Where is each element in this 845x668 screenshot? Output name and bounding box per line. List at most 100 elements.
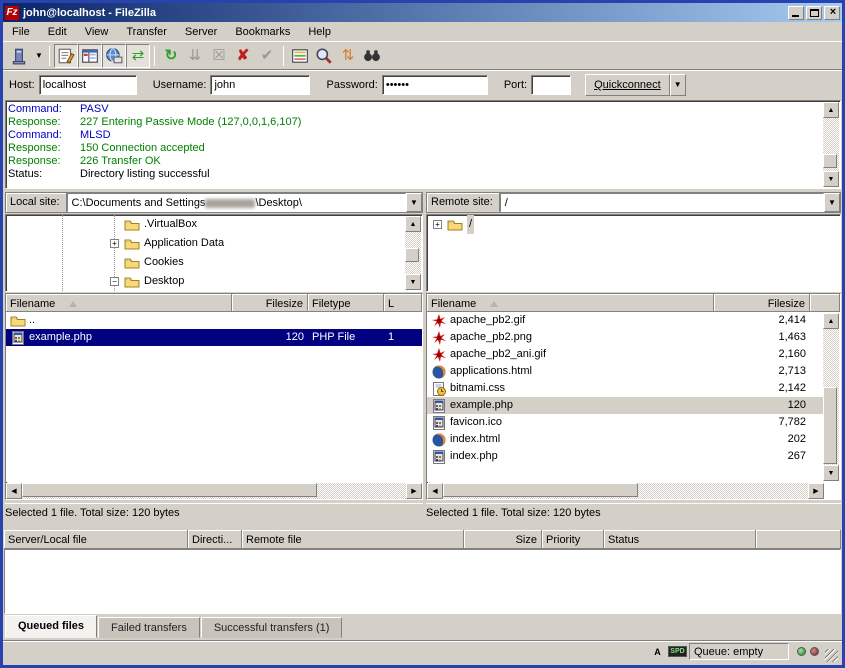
toggle-message-log-button[interactable] (54, 44, 78, 68)
menu-server[interactable]: Server (176, 24, 226, 40)
port-input[interactable] (531, 75, 571, 95)
menu-file[interactable]: File (3, 24, 39, 40)
site-manager-dropdown[interactable]: ▼ (31, 44, 45, 68)
scrollbar-thumb[interactable] (823, 154, 837, 168)
scroll-right-button[interactable]: ▶ (406, 483, 422, 499)
icon-file-icon (431, 415, 447, 431)
file-row[interactable]: bitnami.css 2,142 (427, 380, 824, 397)
column-header-filesize[interactable]: Filesize (232, 294, 308, 312)
speed-limit-icon[interactable]: SPD (669, 644, 686, 660)
column-header-filename[interactable]: Filename (6, 294, 232, 312)
scroll-left-button[interactable]: ◀ (427, 483, 443, 499)
local-site-combo[interactable]: C:\Documents and Settings\Desktop\ (67, 193, 406, 212)
file-row-selected[interactable]: example.php 120 (427, 397, 824, 414)
file-row[interactable]: index.html 202 (427, 431, 824, 448)
html-file-icon (431, 364, 447, 380)
tab-queued-files[interactable]: Queued files (5, 615, 97, 638)
synchronized-browsing-button[interactable]: ⇅ (336, 44, 360, 68)
column-header-direction[interactable]: Directi... (188, 530, 242, 549)
tree-item-virtualbox[interactable]: .VirtualBox (6, 215, 422, 234)
expand-plus-icon[interactable]: + (110, 239, 119, 248)
scroll-right-button[interactable]: ▶ (808, 483, 824, 499)
column-header-status[interactable]: Status (604, 530, 756, 549)
close-button[interactable]: × (824, 6, 840, 20)
menu-help[interactable]: Help (299, 24, 340, 40)
filter-button[interactable] (360, 44, 384, 68)
tree-item-cookies[interactable]: Cookies (6, 253, 422, 272)
file-row[interactable]: applications.html 2,713 (427, 363, 824, 380)
file-row-parent-dir[interactable]: .. (6, 312, 422, 329)
remote-horizontal-scrollbar[interactable]: ◀ ▶ (427, 482, 824, 499)
local-horizontal-scrollbar[interactable]: ◀ ▶ (6, 482, 422, 499)
cancel-operation-button[interactable]: ☒ (207, 44, 231, 68)
username-input[interactable] (210, 75, 310, 95)
image-file-icon (431, 330, 447, 346)
find-files-button[interactable] (312, 44, 336, 68)
file-row[interactable]: favicon.ico 7,782 (427, 414, 824, 431)
file-row[interactable]: apache_pb2_ani.gif 2,160 (427, 346, 824, 363)
scrollbar-thumb[interactable] (823, 387, 837, 464)
tab-successful-transfers[interactable]: Successful transfers (1) (201, 617, 343, 638)
process-queue-button[interactable]: ⇊ (183, 44, 207, 68)
scroll-down-button[interactable]: ▼ (823, 465, 839, 481)
expand-plus-icon[interactable]: + (433, 220, 442, 229)
directory-comparison-button[interactable] (288, 44, 312, 68)
menu-transfer[interactable]: Transfer (117, 24, 176, 40)
remote-site-combo[interactable]: / (500, 193, 824, 212)
refresh-button[interactable]: ↻ (159, 44, 183, 68)
toggle-local-tree-button[interactable] (78, 44, 102, 68)
process-queue-icon: ⇊ (189, 48, 202, 63)
transfer-queue-list[interactable] (4, 549, 841, 614)
scrollbar-thumb[interactable] (405, 248, 419, 262)
column-header-filetype[interactable]: Filetype (308, 294, 384, 312)
column-header-filesize[interactable]: Filesize (714, 294, 810, 312)
remote-site-dropdown[interactable]: ▼ (824, 193, 840, 212)
column-header-priority[interactable]: Priority (542, 530, 604, 549)
resize-grip[interactable] (825, 649, 838, 662)
remote-directory-tree: + / (426, 214, 841, 292)
maximize-button[interactable] (806, 6, 822, 20)
quickconnect-dropdown[interactable]: ▼ (670, 74, 686, 96)
tab-failed-transfers[interactable]: Failed transfers (98, 617, 200, 638)
column-header-server-local-file[interactable]: Server/Local file (4, 530, 188, 549)
password-label: Password: (326, 79, 377, 91)
tree-item-desktop[interactable]: − Desktop (6, 272, 422, 291)
menu-bookmarks[interactable]: Bookmarks (226, 24, 299, 40)
scroll-up-button[interactable]: ▲ (405, 216, 421, 232)
file-row[interactable]: index.php 267 (427, 448, 824, 465)
column-header-last-modified[interactable]: L (384, 294, 422, 312)
file-row-example-php[interactable]: example.php 120 PHP File 1 (6, 329, 422, 346)
column-header-remote-file[interactable]: Remote file (242, 530, 464, 549)
host-input[interactable] (39, 75, 137, 95)
quickconnect-button[interactable]: Quickconnect (585, 74, 670, 96)
toggle-transfer-queue-button[interactable]: ⇄ (126, 44, 150, 68)
scroll-up-button[interactable]: ▲ (823, 102, 839, 118)
local-tree-vertical-scrollbar[interactable]: ▲ ▼ (405, 216, 421, 290)
remote-vertical-scrollbar[interactable]: ▲ ▼ (823, 313, 839, 481)
file-row[interactable]: apache_pb2.gif 2,414 (427, 312, 824, 329)
toggle-remote-tree-button[interactable] (102, 44, 126, 68)
scroll-up-button[interactable]: ▲ (823, 313, 839, 329)
scrollbar-thumb[interactable] (443, 483, 638, 497)
scroll-down-button[interactable]: ▼ (823, 171, 839, 187)
minimize-button[interactable] (788, 6, 804, 20)
menu-view[interactable]: View (76, 24, 118, 40)
password-input[interactable] (382, 75, 488, 95)
reconnect-button[interactable]: ✔ (255, 44, 279, 68)
scroll-down-button[interactable]: ▼ (405, 274, 421, 290)
file-row[interactable]: apache_pb2.png 1,463 (427, 329, 824, 346)
tree-item-root[interactable]: + / (427, 215, 840, 234)
disconnect-button[interactable]: ✘ (231, 44, 255, 68)
data-type-indicator-icon[interactable]: A (649, 644, 666, 660)
local-site-dropdown[interactable]: ▼ (406, 193, 422, 212)
reconnect-icon: ✔ (261, 48, 274, 63)
collapse-minus-icon[interactable]: − (110, 277, 119, 286)
column-header-filename[interactable]: Filename (427, 294, 714, 312)
tree-item-application-data[interactable]: + Application Data (6, 234, 422, 253)
column-header-size[interactable]: Size (464, 530, 542, 549)
scrollbar-thumb[interactable] (22, 483, 317, 497)
site-manager-button[interactable] (7, 44, 31, 68)
menu-edit[interactable]: Edit (39, 24, 76, 40)
log-vertical-scrollbar[interactable]: ▲ ▼ (823, 102, 839, 187)
scroll-left-button[interactable]: ◀ (6, 483, 22, 499)
